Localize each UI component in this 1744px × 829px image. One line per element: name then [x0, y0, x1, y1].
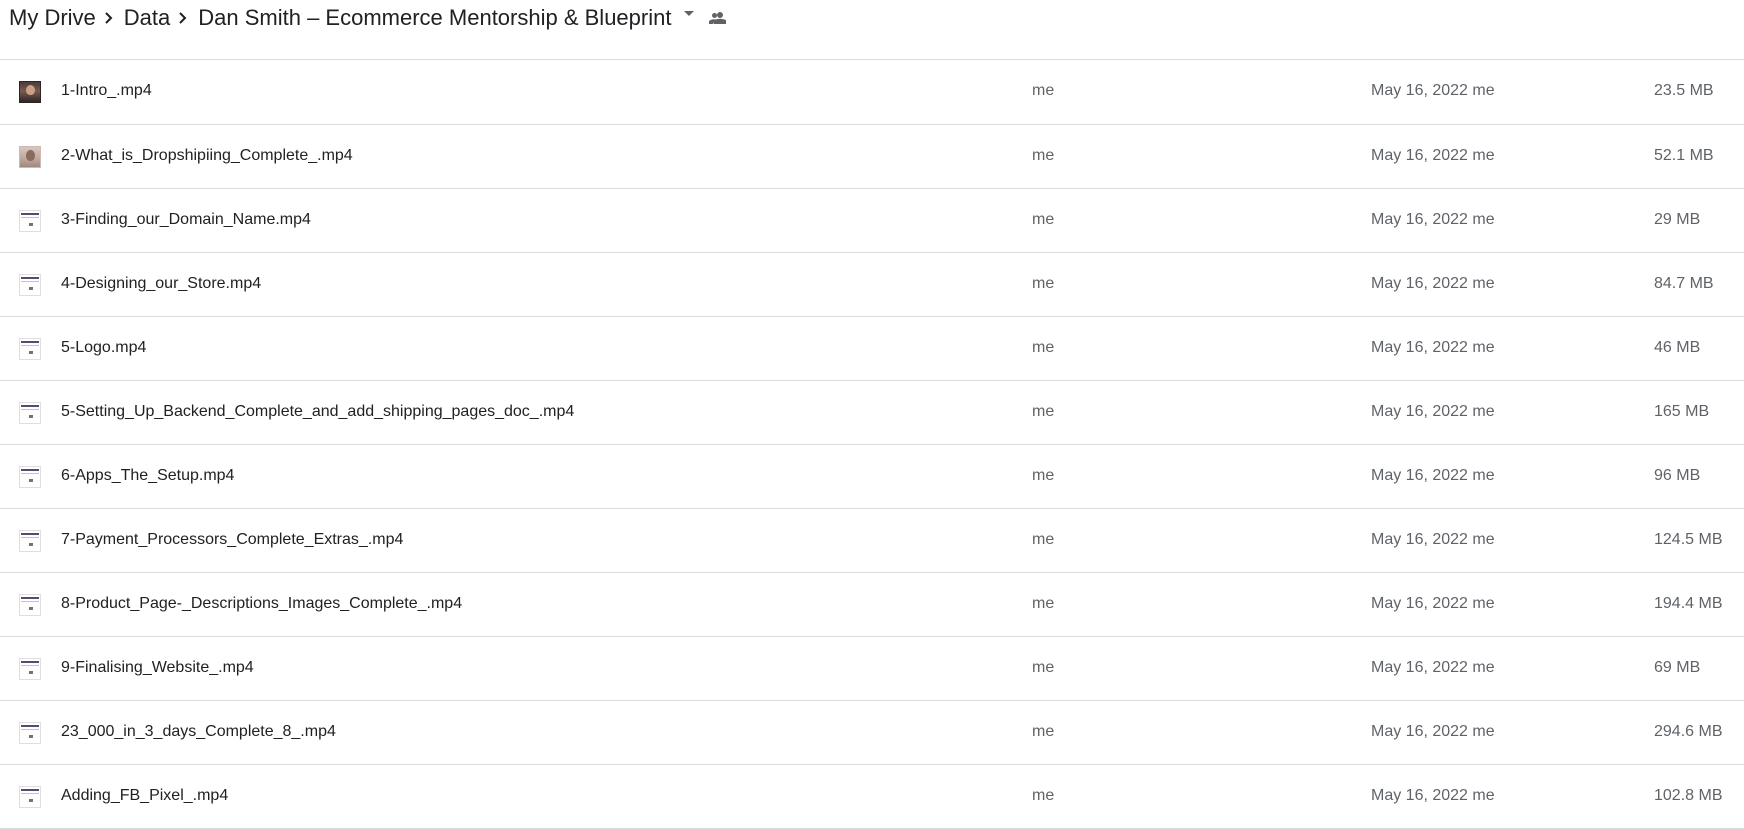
file-last-modified: May 16, 2022 me: [1371, 275, 1495, 292]
video-thumbnail-icon: [19, 530, 41, 552]
chevron-right-icon: [96, 3, 124, 33]
file-owner: me: [1032, 723, 1055, 740]
file-last-modified: May 16, 2022 me: [1371, 659, 1495, 676]
file-owner: me: [1032, 659, 1055, 676]
file-size: 52.1 MB: [1654, 147, 1714, 164]
file-last-modified: May 16, 2022 me: [1371, 595, 1495, 612]
header: My Drive Data Dan Smith – Ecommerce Ment…: [0, 0, 1744, 60]
breadcrumb-current-folder[interactable]: Dan Smith – Ecommerce Mentorship & Bluep…: [198, 5, 671, 31]
file-last-modified: May 16, 2022 me: [1371, 339, 1495, 356]
file-row[interactable]: 1-Intro_.mp4 me May 16, 2022 me 23.5 MB: [0, 60, 1744, 125]
file-size: 84.7 MB: [1654, 275, 1714, 292]
file-last-modified: May 16, 2022 me: [1371, 211, 1495, 228]
file-row[interactable]: 4-Designing_our_Store.mp4 me May 16, 2022 …: [0, 253, 1744, 317]
file-row[interactable]: 5-Setting_Up_Backend_Complete_and_add_sh…: [0, 381, 1744, 445]
file-name: 5-Logo.mp4: [61, 339, 147, 356]
file-row[interactable]: 9-Finalising_Website_.mp4 me May 16, 2022 …: [0, 637, 1744, 701]
caret-down-icon[interactable]: [675, 3, 705, 33]
file-name: Adding_FB_Pixel_.mp4: [61, 787, 229, 804]
file-owner: me: [1032, 211, 1055, 228]
file-size: 124.5 MB: [1654, 531, 1723, 548]
video-thumbnail-icon: [19, 594, 41, 616]
file-size: 165 MB: [1654, 403, 1710, 420]
file-owner: me: [1032, 82, 1055, 99]
file-row[interactable]: 7-Payment_Processors_Complete_Extras_.mp…: [0, 509, 1744, 573]
file-owner: me: [1032, 339, 1055, 356]
people-icon[interactable]: [707, 3, 731, 33]
file-row[interactable]: 3-Finding_our_Domain_Name.mp4 me May 16, 2…: [0, 189, 1744, 253]
file-owner: me: [1032, 467, 1055, 484]
video-thumbnail-icon: [19, 466, 41, 488]
file-owner: me: [1032, 403, 1055, 420]
file-last-modified: May 16, 2022 me: [1371, 403, 1495, 420]
video-thumbnail-icon: [19, 786, 41, 808]
file-owner: me: [1032, 531, 1055, 548]
file-name: 4-Designing_our_Store.mp4: [61, 275, 262, 292]
file-name: 23_000_in_3_days_Complete_8_.mp4: [61, 723, 336, 740]
file-row[interactable]: 23_000_in_3_days_Complete_8_.mp4 me May 16…: [0, 701, 1744, 765]
file-size: 96 MB: [1654, 467, 1701, 484]
file-last-modified: May 16, 2022 me: [1371, 82, 1495, 99]
file-name: 1-Intro_.mp4: [61, 82, 152, 99]
file-name: 9-Finalising_Website_.mp4: [61, 659, 254, 676]
video-thumbnail-icon: [19, 210, 41, 232]
file-size: 46 MB: [1654, 339, 1701, 356]
video-thumbnail-icon: [19, 338, 41, 360]
file-size: 102.8 MB: [1654, 787, 1723, 804]
file-name: 7-Payment_Processors_Complete_Extras_.mp…: [61, 531, 404, 548]
video-thumbnail-icon: [19, 81, 41, 103]
file-size: 294.6 MB: [1654, 723, 1723, 740]
file-owner: me: [1032, 787, 1055, 804]
file-name: 5-Setting_Up_Backend_Complete_and_add_sh…: [61, 403, 575, 420]
breadcrumb-data[interactable]: Data: [124, 5, 170, 31]
file-owner: me: [1032, 595, 1055, 612]
file-row[interactable]: 5-Logo.mp4 me May 16, 2022 me 46 MB: [0, 317, 1744, 381]
video-thumbnail-icon: [19, 402, 41, 424]
file-last-modified: May 16, 2022 me: [1371, 723, 1495, 740]
chevron-right-icon: [170, 3, 198, 33]
file-row[interactable]: 8-Product_Page-_Descriptions_Images_Comp…: [0, 573, 1744, 637]
file-row[interactable]: 2-What_is_Dropshipiing_Complete_.mp4 me Ma…: [0, 125, 1744, 189]
file-name: 3-Finding_our_Domain_Name.mp4: [61, 211, 311, 228]
video-thumbnail-icon: [19, 146, 41, 168]
file-last-modified: May 16, 2022 me: [1371, 467, 1495, 484]
file-name: 6-Apps_The_Setup.mp4: [61, 467, 235, 484]
file-size: 23.5 MB: [1654, 82, 1714, 99]
video-thumbnail-icon: [19, 658, 41, 680]
breadcrumb: My Drive Data Dan Smith – Ecommerce Ment…: [9, 3, 731, 33]
video-thumbnail-icon: [19, 274, 41, 296]
file-row[interactable]: 6-Apps_The_Setup.mp4 me May 16, 2022 me 96 …: [0, 445, 1744, 509]
file-list: 1-Intro_.mp4 me May 16, 2022 me 23.5 MB 2-Wh…: [0, 60, 1744, 829]
file-name: 2-What_is_Dropshipiing_Complete_.mp4: [61, 147, 353, 164]
file-name: 8-Product_Page-_Descriptions_Images_Comp…: [61, 595, 463, 612]
file-size: 69 MB: [1654, 659, 1701, 676]
file-owner: me: [1032, 275, 1055, 292]
file-owner: me: [1032, 147, 1055, 164]
file-size: 29 MB: [1654, 211, 1701, 228]
file-row[interactable]: Adding_FB_Pixel_.mp4 me May 16, 2022 me 102…: [0, 765, 1744, 829]
video-thumbnail-icon: [19, 722, 41, 744]
breadcrumb-my-drive[interactable]: My Drive: [9, 5, 96, 31]
file-last-modified: May 16, 2022 me: [1371, 147, 1495, 164]
file-last-modified: May 16, 2022 me: [1371, 787, 1495, 804]
file-last-modified: May 16, 2022 me: [1371, 531, 1495, 548]
file-size: 194.4 MB: [1654, 595, 1723, 612]
